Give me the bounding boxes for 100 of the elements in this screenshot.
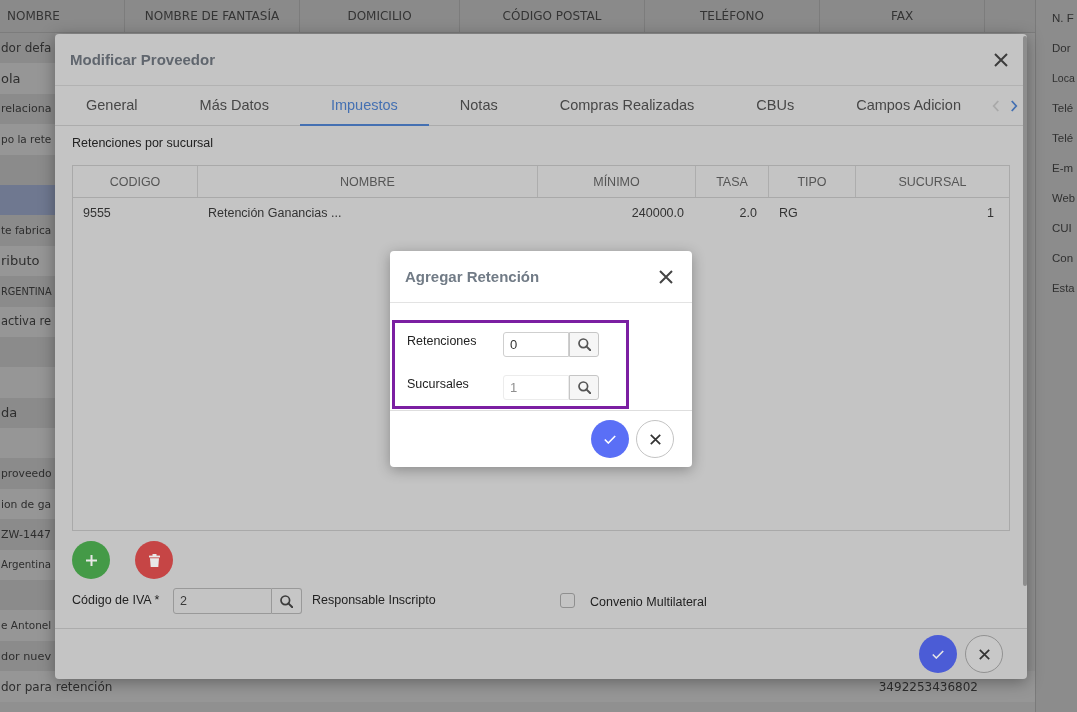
dialog-title: Modificar Proveedor — [70, 51, 216, 68]
column-header: TASA — [696, 166, 769, 197]
field-label: Retenciones — [407, 334, 477, 348]
close-button[interactable] — [994, 52, 1008, 67]
cell-text: relaciona — [0, 101, 52, 117]
table-row[interactable]: dor nuev — [0, 640, 55, 672]
table-row[interactable]: Argentina — [0, 549, 55, 581]
table-row[interactable]: po la rete — [0, 124, 55, 155]
cell-text: da — [0, 405, 18, 421]
cell-text: RG — [779, 206, 798, 220]
close-icon — [659, 269, 673, 284]
table-row[interactable]: ola — [0, 63, 55, 94]
tab[interactable]: Campos Adicion — [825, 86, 992, 126]
checkbox-label: Convenio Multilateral — [590, 594, 707, 610]
cell-text: dor nuev — [0, 648, 52, 664]
cell-text: ributo — [0, 253, 40, 269]
field-value-text: Responsable Inscripto — [312, 593, 436, 607]
search-icon — [280, 594, 293, 608]
cell-text: 9555 — [83, 206, 111, 220]
cell-text: e Antonel — [0, 618, 52, 634]
add-button[interactable] — [72, 541, 110, 579]
tab[interactable]: General — [55, 86, 169, 126]
search-button[interactable] — [569, 375, 599, 400]
cell-text: te fabrica — [0, 223, 52, 239]
table-row[interactable]: ZW-1447 — [0, 519, 55, 550]
delete-button[interactable] — [135, 541, 173, 579]
text-field[interactable]: 2 — [173, 588, 272, 614]
tab[interactable]: Más Datos — [168, 86, 300, 126]
column-header: MÍNIMO — [538, 166, 696, 197]
cell-text: po la rete — [0, 131, 52, 147]
close-icon — [994, 52, 1008, 67]
field-label: Loca — [1052, 71, 1075, 86]
check-icon — [604, 434, 616, 444]
cell-text: ola — [0, 71, 21, 87]
search-button[interactable] — [272, 588, 302, 614]
table-row[interactable]: e Antonel — [0, 610, 55, 641]
field-label: N. F — [1052, 11, 1074, 26]
cancel-button[interactable] — [965, 635, 1003, 673]
close-icon — [649, 433, 661, 445]
cell-text: dor defa — [0, 40, 52, 56]
table-row[interactable] — [0, 184, 55, 216]
tab[interactable]: Impuestos — [299, 86, 429, 126]
cell-text: dor para retención — [1, 680, 113, 694]
trash-icon — [148, 553, 160, 567]
table-row[interactable]: proveedo — [0, 458, 55, 489]
table-row[interactable]: ion de ga — [0, 488, 55, 520]
cell-text: 3492253436802 — [878, 680, 978, 694]
table-row[interactable] — [0, 336, 55, 368]
table-row[interactable]: dor defa — [0, 33, 55, 64]
field-label: Esta — [1052, 281, 1075, 296]
field-label: Web — [1052, 191, 1075, 206]
tab[interactable]: Notas — [428, 86, 529, 126]
column-header: DOMICILIO — [300, 0, 460, 32]
column-header: NOMBRE DE FANTASÍA — [125, 0, 300, 32]
field-label: Telé — [1052, 101, 1074, 116]
column-header: NOMBRE — [0, 0, 125, 32]
confirm-button[interactable] — [919, 635, 957, 673]
table-row[interactable]: da — [0, 397, 55, 429]
confirm-button[interactable] — [591, 420, 629, 458]
table-row[interactable]: te fabrica — [0, 215, 55, 246]
chevron-right-icon[interactable] — [1009, 99, 1018, 112]
plus-icon — [85, 554, 97, 566]
text-field[interactable]: 0 — [503, 332, 569, 357]
field-label: Dor — [1052, 41, 1071, 56]
field-label: E-m — [1052, 161, 1074, 176]
tab[interactable]: Compras Realizadas — [528, 86, 726, 126]
search-icon — [577, 381, 591, 394]
cancel-button[interactable] — [636, 420, 674, 458]
table-row[interactable]: RGENTINA — [0, 276, 55, 307]
scrollbar-thumb[interactable] — [1023, 36, 1027, 586]
check-icon — [932, 649, 944, 659]
search-icon — [577, 338, 591, 351]
column-header: TELÉFONO — [645, 0, 820, 32]
table-row[interactable]: ributo — [0, 245, 55, 277]
search-button[interactable] — [569, 332, 599, 357]
column-header: FAX — [820, 0, 985, 32]
cell-text: 240000.0 — [631, 206, 684, 220]
checkbox[interactable] — [560, 593, 575, 608]
table-row[interactable] — [0, 580, 55, 611]
cell-text: 2.0 — [739, 206, 757, 220]
cell-text: activa re — [0, 314, 52, 330]
tab[interactable]: CBUs — [725, 86, 826, 126]
dialog-title: Agregar Retención — [405, 268, 540, 285]
close-button[interactable] — [659, 269, 673, 284]
section-title: Retenciones por sucursal — [72, 135, 214, 151]
table-row[interactable]: activa re — [0, 306, 55, 337]
close-icon — [978, 648, 990, 660]
cell-text: ZW-1447 — [0, 526, 51, 542]
field-label: Con — [1052, 251, 1074, 266]
cell-text: 1 — [987, 206, 994, 220]
cell-text: Retención Ganancias ... — [208, 206, 342, 220]
column-header: CÓDIGO POSTAL — [460, 0, 645, 32]
column-header: TIPO — [769, 166, 856, 197]
cell-text: proveedo — [0, 466, 52, 482]
column-header: NOMBRE — [198, 166, 538, 197]
field-label: CUI — [1052, 221, 1072, 236]
cell-text: ion de ga — [0, 496, 52, 512]
field-label: Telé — [1052, 131, 1074, 146]
table-row[interactable] — [0, 154, 55, 185]
table-row[interactable]: relaciona — [0, 93, 55, 125]
